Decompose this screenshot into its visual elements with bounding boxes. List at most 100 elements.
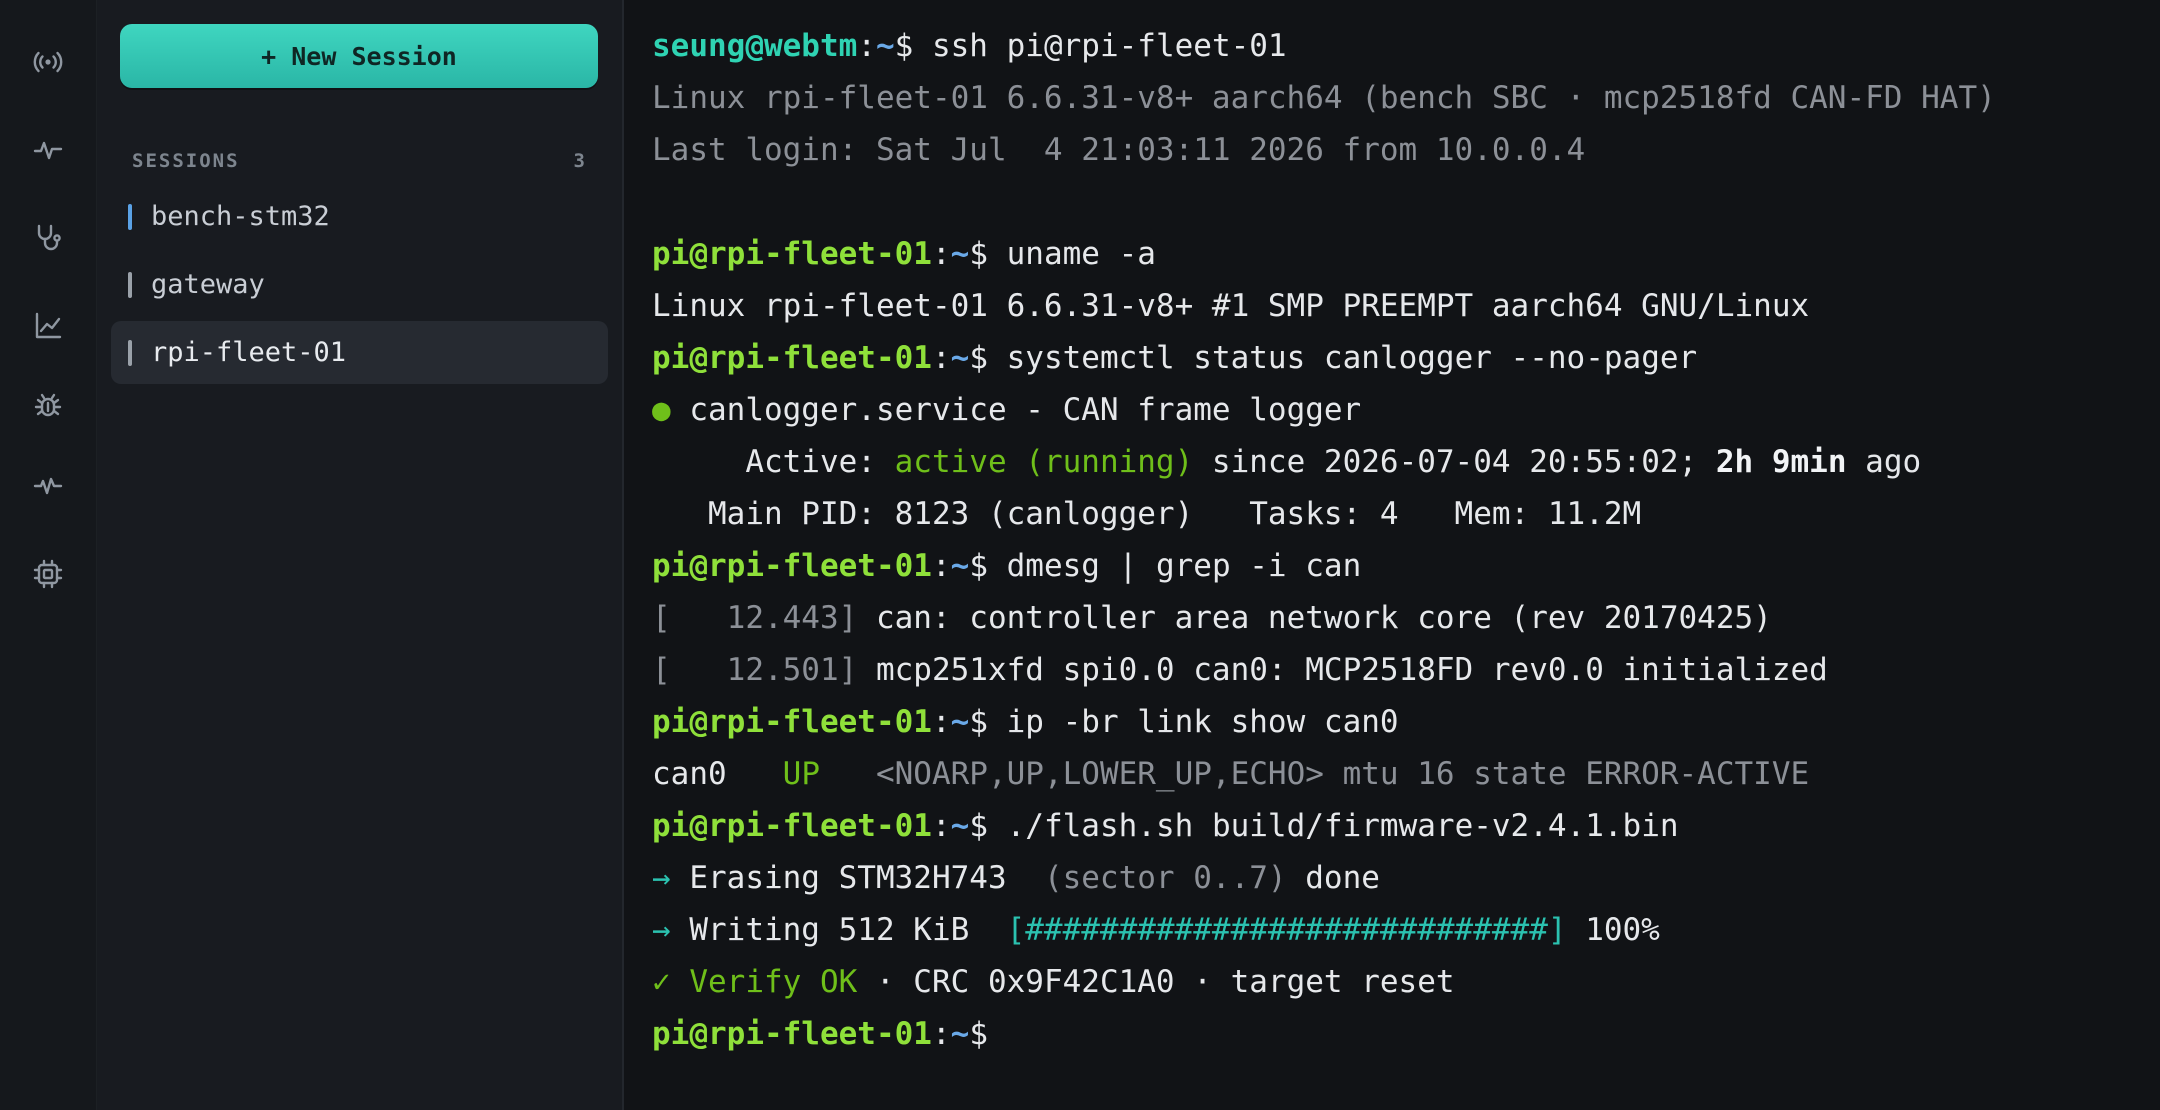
prompt-dollar: $ [969,808,1007,844]
dmesg-message: can: controller area network core (rev 2… [857,600,1772,636]
progress-percent: 100% [1566,912,1660,948]
prompt-host: pi@rpi-fleet-01 [652,808,932,844]
prompt-host: pi@rpi-fleet-01 [652,1016,932,1052]
prompt-dollar: $ [969,1016,1007,1052]
prompt-host: pi@rpi-fleet-01 [652,548,932,584]
chip-icon[interactable] [24,550,72,598]
arrow-icon: → [652,912,690,948]
terminal-current-prompt[interactable]: pi@rpi-fleet-01:~$ [652,1008,1996,1060]
prompt-sep: : [931,340,951,376]
chart-line-icon[interactable] [24,302,72,350]
terminal-line: Main PID: 8123 (canlogger) Tasks: 4 Mem:… [652,496,1642,532]
prompt-path: ~ [950,548,970,584]
terminal-line: Active: active (running) since 2026-07-0… [652,436,1996,488]
session-label: rpi-fleet-01 [151,337,347,368]
ip-state: UP [782,756,820,792]
command-text: uname -a [1006,236,1156,272]
write-text: Writing 512 KiB [689,912,1007,948]
broadcast-icon[interactable] [24,38,72,86]
verify-detail: · CRC 0x9F42C1A0 · target reset [857,964,1455,1000]
terminal-line: → Writing 512 KiB [#####################… [652,904,1996,956]
dmesg-timestamp: [ 12.443] [652,600,858,636]
terminal-line: [ 12.443] can: controller area network c… [652,592,1996,644]
active-duration: 2h 9min [1715,444,1847,480]
active-state: active (running) [894,444,1194,480]
terminal-line: Last login: Sat Jul 4 21:03:11 2026 from… [652,132,1586,168]
dmesg-message: mcp251xfd spi0.0 can0: MCP2518FD rev0.0 … [857,652,1828,688]
session-item-gateway[interactable]: gateway [111,253,608,316]
command-text: ip -br link show can0 [1006,704,1399,740]
status-dot-icon: ● [652,392,690,428]
stethoscope-icon[interactable] [24,214,72,262]
prompt-path: ~ [950,236,970,272]
session-accent-bar [128,339,132,366]
session-label: gateway [151,269,265,300]
ip-interface: can0 [652,756,783,792]
terminal-output: seung@webtm:~$ ssh pi@rpi-fleet-01 Linux… [652,20,1996,1060]
terminal-line: → Erasing STM32H743 (sector 0..7) done [652,852,1996,904]
prompt-sep: : [931,704,951,740]
session-item-rpi-fleet-01[interactable]: rpi-fleet-01 [111,321,608,384]
prompt-sep: : [931,808,951,844]
prompt-sep: : [931,236,951,272]
prompt-sep: : [931,548,951,584]
prompt-dollar: $ [969,548,1007,584]
terminal-pane[interactable]: seung@webtm:~$ ssh pi@rpi-fleet-01 Linux… [624,0,2160,1110]
erase-sector: (sector 0..7) [1043,860,1287,896]
terminal-line: pi@rpi-fleet-01:~$ dmesg | grep -i can [652,540,1996,592]
session-label: bench-stm32 [151,201,330,232]
terminal-line: ● canlogger.service - CAN frame logger [652,384,1996,436]
active-ago: ago [1846,444,1922,480]
prompt-path: ~ [950,808,970,844]
terminal-line: Linux rpi-fleet-01 6.6.31-v8+ #1 SMP PRE… [652,288,1810,324]
terminal-line: pi@rpi-fleet-01:~$ systemctl status canl… [652,332,1996,384]
heartbeat-icon[interactable] [24,462,72,510]
sessions-heading: SESSIONS [132,150,240,172]
icon-rail [0,0,97,1110]
terminal-line: Linux rpi-fleet-01 6.6.31-v8+ aarch64 (b… [652,80,1996,116]
session-item-bench-stm32[interactable]: bench-stm32 [111,185,608,248]
prompt-path: ~ [875,28,895,64]
prompt-path: ~ [950,340,970,376]
terminal-line: seung@webtm:~$ ssh pi@rpi-fleet-01 [652,20,1996,72]
verify-ok: ✓ Verify OK [652,964,858,1000]
prompt-path: ~ [950,1016,970,1052]
prompt-host: pi@rpi-fleet-01 [652,704,932,740]
prompt-path: ~ [950,704,970,740]
terminal-line: pi@rpi-fleet-01:~$ ip -br link show can0 [652,696,1996,748]
prompt-sep: : [857,28,876,64]
prompt-dollar: $ [894,28,932,64]
terminal-line: can0 UP <NOARP,UP,LOWER_UP,ECHO> mtu 16 … [652,748,1996,800]
erase-done: done [1286,860,1380,896]
command-text: dmesg | grep -i can [1006,548,1362,584]
ip-flags: <NOARP,UP,LOWER_UP,ECHO> mtu 16 state ER… [819,756,1810,792]
new-session-button[interactable]: + New Session [120,24,598,88]
terminal-line: ✓ Verify OK · CRC 0x9F42C1A0 · target re… [652,956,1996,1008]
prompt-dollar: $ [969,236,1007,272]
service-name: canlogger.service - CAN frame logger [689,392,1362,428]
terminal-line: pi@rpi-fleet-01:~$ uname -a [652,228,1996,280]
terminal-line: [ 12.501] mcp251xfd spi0.0 can0: MCP2518… [652,644,1996,696]
prompt-user: seung@webtm [652,28,858,64]
sessions-count: 3 [573,150,587,172]
arrow-icon: → [652,860,690,896]
prompt-host: pi@rpi-fleet-01 [652,236,932,272]
prompt-dollar: $ [969,340,1007,376]
active-label: Active: [652,444,895,480]
erase-text: Erasing STM32H743 [689,860,1044,896]
prompt-dollar: $ [969,704,1007,740]
command-text: ./flash.sh build/firmware-v2.4.1.bin [1006,808,1679,844]
active-since: since 2026-07-04 20:55:02; [1193,444,1716,480]
progress-bar: [############################] [1006,912,1567,948]
command-text: ssh pi@rpi-fleet-01 [931,28,1287,64]
terminal-line: pi@rpi-fleet-01:~$ ./flash.sh build/firm… [652,800,1996,852]
sessions-sidebar: + New Session SESSIONS 3 bench-stm32 gat… [97,0,624,1110]
command-text: systemctl status canlogger --no-pager [1006,340,1698,376]
prompt-host: pi@rpi-fleet-01 [652,340,932,376]
bug-icon[interactable] [24,382,72,430]
sessions-header: SESSIONS 3 [132,150,587,172]
prompt-sep: : [931,1016,951,1052]
session-accent-bar [128,271,132,298]
pulse-icon[interactable] [24,126,72,174]
